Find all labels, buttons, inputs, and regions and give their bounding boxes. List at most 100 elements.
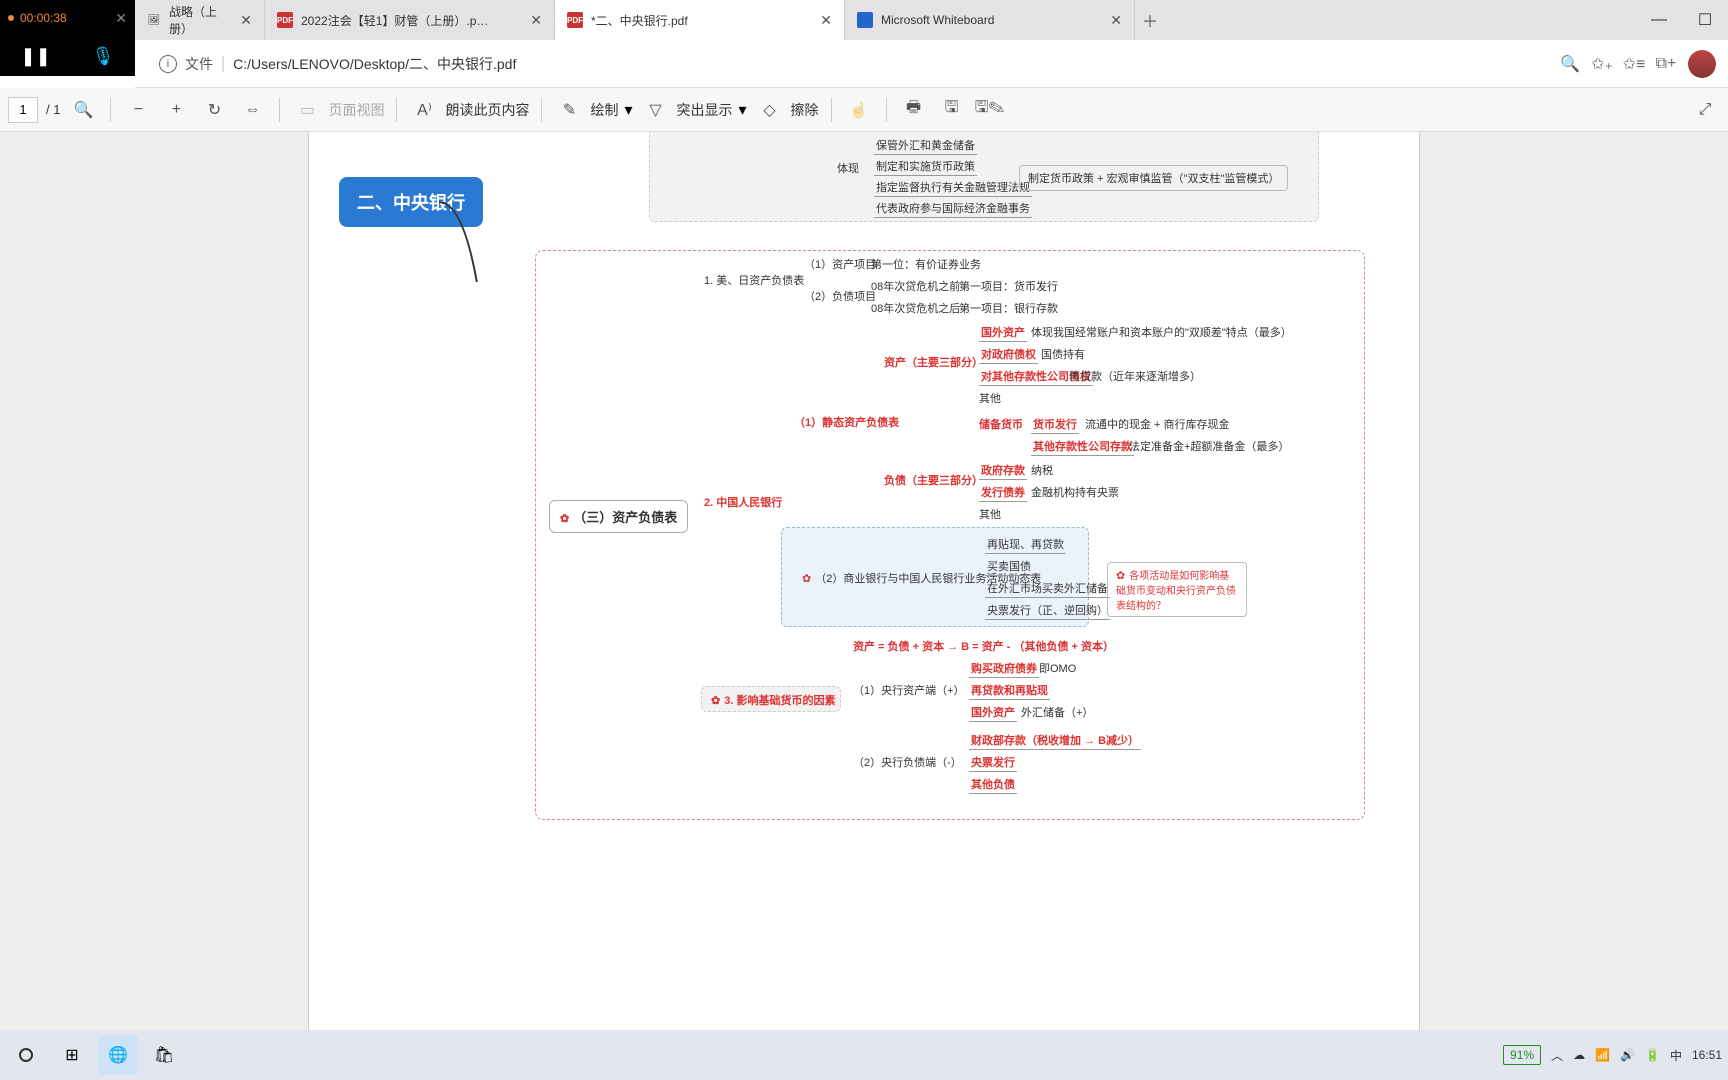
pdf-page: 二、中央银行 体现 保管外汇和黄金储备 制定和实施货币政策 指定监督执行有关金融… xyxy=(308,132,1420,1030)
page-view-icon: ▭ xyxy=(292,95,322,125)
img-icon: 🖼 xyxy=(147,12,161,28)
tab-label: 战略（上册） xyxy=(169,3,232,37)
start-icon xyxy=(19,1048,33,1062)
node-label: 其他 xyxy=(979,506,1001,522)
tab-strategy[interactable]: 🖼 战略（上册） ✕ xyxy=(135,0,265,40)
save-icon[interactable]: 🖫 xyxy=(937,95,967,125)
node-label: 再贷款（近年来逐渐增多） xyxy=(1069,368,1201,384)
node-label: 第一项目：货币发行 xyxy=(959,278,1058,294)
favorite-icon[interactable]: ✩₊ xyxy=(1592,54,1612,74)
node-label: 其他存款性公司存款 xyxy=(1031,438,1134,456)
node-label: （2）负债项目 xyxy=(804,288,876,304)
address-bar: i 文件 | C:/Users/LENOVO/Desktop/二、中央银行.pd… xyxy=(135,40,1728,88)
node-label: 政府存款 xyxy=(979,462,1027,480)
recording-overlay: 00:00:38 ✕ ❚❚ 🎙 xyxy=(0,0,135,76)
node-label: （1）静态资产负债表 xyxy=(794,414,899,430)
chevron-down-icon: ▾ xyxy=(739,100,747,120)
start-button[interactable] xyxy=(6,1035,46,1075)
node-label: 储备货币 xyxy=(979,416,1023,432)
draw-button[interactable]: ✎ 绘制 ▾ xyxy=(554,95,632,125)
sep xyxy=(541,98,542,122)
close-icon[interactable]: ✕ xyxy=(1110,12,1122,29)
node-label: 体现 xyxy=(837,160,859,176)
battery-icon[interactable]: 🔋 xyxy=(1645,1048,1660,1062)
wifi-icon[interactable]: 📶 xyxy=(1595,1048,1610,1062)
browser-tabs: 🖼 战略（上册） ✕ PDF 2022注会【轻1】财管（上册）.p… ✕ PDF… xyxy=(135,0,1728,40)
fullscreen-icon[interactable]: ⤢ xyxy=(1690,95,1720,125)
node-label: 第一位：有价证券业务 xyxy=(871,256,981,272)
separator: | xyxy=(221,55,225,73)
fit-icon[interactable]: ⇔ xyxy=(237,95,267,125)
node-label: 法定准备金+超额准备金（最多） xyxy=(1129,438,1289,454)
volume-icon[interactable]: 🔊 xyxy=(1620,1048,1635,1062)
save-as-icon[interactable]: 🖫✎ xyxy=(975,95,1005,125)
node-label: 外汇储备（+） xyxy=(1021,704,1093,720)
tab-central-bank[interactable]: PDF *二、中央银行.pdf ✕ xyxy=(555,0,845,40)
touch-icon[interactable]: ☝ xyxy=(844,95,874,125)
info-icon[interactable]: i xyxy=(159,55,177,73)
node-label: （1）央行资产端（+） xyxy=(853,682,965,698)
pdf-toolbar: / 1 🔍 − + ↻ ⇔ ▭ 页面视图 A⁾ 朗读此页内容 ✎ 绘制 ▾ ▽ … xyxy=(0,88,1728,132)
erase-button[interactable]: ◇ 擦除 xyxy=(755,95,819,125)
pen-icon: ✎ xyxy=(554,95,584,125)
url-text: C:/Users/LENOVO/Desktop/二、中央银行.pdf xyxy=(233,54,516,74)
window-maximize[interactable]: ☐ xyxy=(1682,0,1728,40)
mindmap-root: 二、中央银行 xyxy=(339,177,483,227)
pdf-viewport[interactable]: 二、中央银行 体现 保管外汇和黄金储备 制定和实施货币政策 指定监督执行有关金融… xyxy=(0,132,1728,1030)
node-note: 各项活动是如何影响基础货币变动和央行资产负债表结构的？ xyxy=(1107,562,1247,617)
node-label: 代表政府参与国际经济金融事务 xyxy=(874,200,1032,218)
zoom-out-icon[interactable]: − xyxy=(123,95,153,125)
ime-indicator[interactable]: 中 xyxy=(1670,1047,1682,1064)
node-label: 1. 美、日资产负债表 xyxy=(704,272,804,288)
node-label: 货币发行 xyxy=(1031,416,1079,434)
close-icon[interactable]: ✕ xyxy=(530,12,542,29)
zoom-out-icon[interactable]: 🔍 xyxy=(1560,54,1580,74)
pdf-icon: PDF xyxy=(567,12,583,28)
read-icon: A⁾ xyxy=(409,95,439,125)
node-label: 流通中的现金 + 商行库存现金 xyxy=(1085,416,1230,432)
rotate-icon[interactable]: ↻ xyxy=(199,95,229,125)
search-icon[interactable]: 🔍 xyxy=(68,95,98,125)
pause-icon[interactable]: ❚❚ xyxy=(20,46,50,67)
clock[interactable]: 16:51 xyxy=(1692,1048,1722,1062)
node-label: 即OMO xyxy=(1039,660,1076,676)
node-label: 指定监督执行有关金融管理法规 xyxy=(874,179,1032,197)
page-view-button[interactable]: ▭ 页面视图 xyxy=(292,95,384,125)
new-tab-button[interactable]: ＋ xyxy=(1135,8,1165,32)
close-icon[interactable]: ✕ xyxy=(820,12,832,29)
zoom-badge[interactable]: 91% xyxy=(1503,1045,1541,1065)
node-label: 对政府债权 xyxy=(979,346,1038,364)
edge-button[interactable]: 🌐 xyxy=(98,1035,138,1075)
tab-whiteboard[interactable]: Microsoft Whiteboard ✕ xyxy=(845,0,1135,40)
highlight-button[interactable]: ▽ 突出显示 ▾ xyxy=(641,95,747,125)
task-view-button[interactable]: ⊞ xyxy=(52,1035,92,1075)
favorites-bar-icon[interactable]: ✩≡ xyxy=(1624,54,1644,74)
node-label: 资产 = 负债 + 资本 → B = 资产 - （其他负债 + 资本） xyxy=(853,638,1114,654)
node-label: 财政部存款（税收增加 → B减少） xyxy=(969,732,1141,750)
node-label: 在外汇市场买卖外汇储备 xyxy=(985,580,1110,598)
node-label: 负债（主要三部分） xyxy=(884,472,983,488)
print-icon[interactable]: 🖶 xyxy=(899,95,929,125)
rec-dot-icon xyxy=(8,15,14,21)
close-icon[interactable]: ✕ xyxy=(240,12,252,29)
system-tray: 91% ︿ ☁ 📶 🔊 🔋 中 16:51 xyxy=(1503,1045,1722,1065)
zoom-in-icon[interactable]: + xyxy=(161,95,191,125)
collections-icon[interactable]: ⧉+ xyxy=(1656,54,1676,74)
tray-chevron-icon[interactable]: ︿ xyxy=(1551,1047,1563,1064)
node-label: 国债持有 xyxy=(1041,346,1085,362)
page-input[interactable] xyxy=(8,97,38,123)
node-label: 3. 影响基础货币的因素 xyxy=(711,692,835,708)
window-minimize[interactable]: — xyxy=(1636,0,1682,40)
tab-label: 2022注会【轻1】财管（上册）.p… xyxy=(301,12,488,29)
store-button[interactable]: 🛍 xyxy=(144,1035,184,1075)
tab-caikuan[interactable]: PDF 2022注会【轻1】财管（上册）.p… ✕ xyxy=(265,0,555,40)
rec-close-icon[interactable]: ✕ xyxy=(115,10,127,27)
read-aloud-button[interactable]: A⁾ 朗读此页内容 xyxy=(409,95,529,125)
url-box[interactable]: i 文件 | C:/Users/LENOVO/Desktop/二、中央银行.pd… xyxy=(147,47,1548,81)
sep xyxy=(831,98,832,122)
onedrive-icon[interactable]: ☁ xyxy=(1573,1048,1585,1062)
node-label: 央票发行 xyxy=(969,754,1017,772)
profile-avatar[interactable] xyxy=(1688,50,1716,78)
whiteboard-icon xyxy=(857,12,873,28)
mic-icon[interactable]: 🎙 xyxy=(92,46,115,67)
